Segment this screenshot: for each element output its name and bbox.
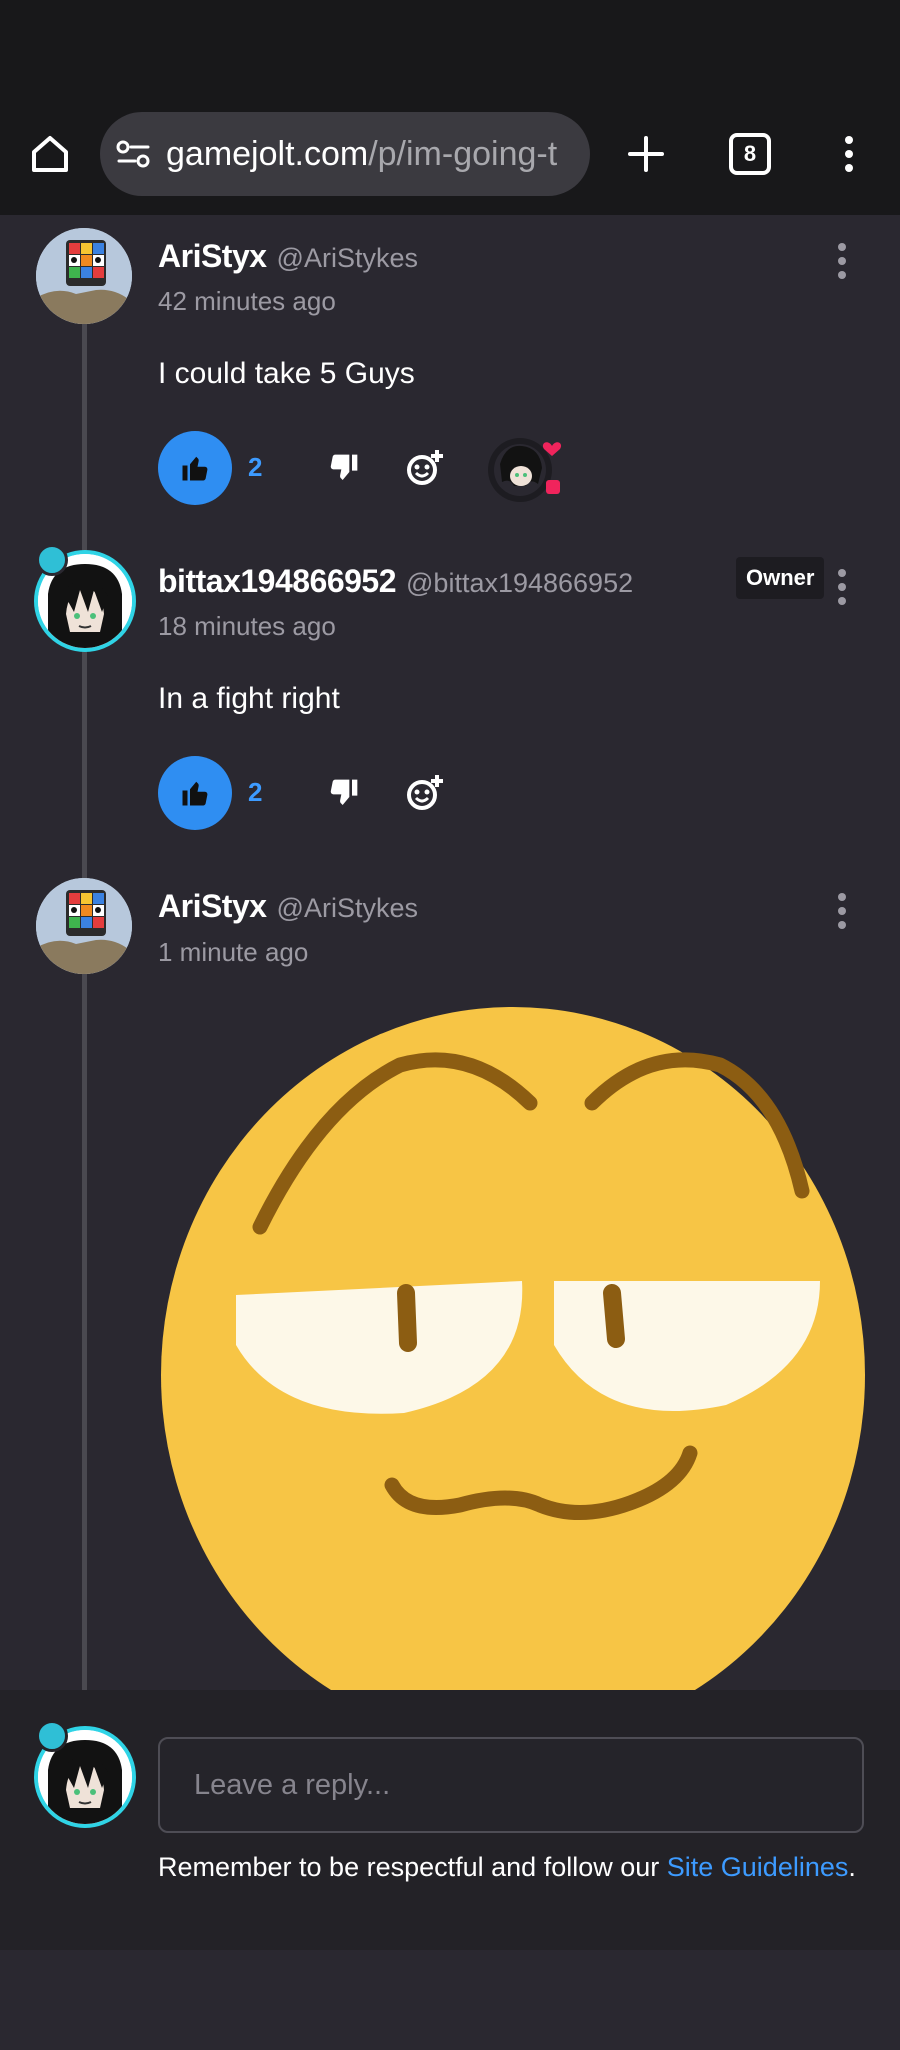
more-menu-icon[interactable] <box>834 130 864 178</box>
avatar-frame-icon <box>36 1720 68 1752</box>
site-guidelines-link[interactable]: Site Guidelines <box>667 1852 849 1882</box>
comment-menu-icon[interactable] <box>836 569 848 605</box>
comment-timestamp[interactable]: 42 minutes ago <box>158 286 336 317</box>
comment-timestamp[interactable]: 1 minute ago <box>158 937 308 968</box>
dislike-icon[interactable] <box>322 771 366 815</box>
comment-menu-icon[interactable] <box>836 893 848 929</box>
comment-text: In a fight right <box>158 682 340 715</box>
author-name[interactable]: bittax194866952 <box>158 563 397 600</box>
author-handle[interactable]: @AriStykes <box>277 243 418 274</box>
comment-author: AriStyx @AriStykes <box>158 238 418 275</box>
add-reaction-icon[interactable] <box>402 446 446 490</box>
comment-image[interactable] <box>160 1005 866 1690</box>
author-handle[interactable]: @AriStykes <box>277 893 418 924</box>
dislike-icon[interactable] <box>322 446 366 490</box>
tab-count: 8 <box>729 133 771 175</box>
comment-menu-icon[interactable] <box>836 243 848 279</box>
avatar-frame-icon <box>36 544 68 576</box>
comment-timestamp[interactable]: 18 minutes ago <box>158 611 336 642</box>
guidelines-text: Remember to be respectful and follow our… <box>158 1852 856 1883</box>
url-text[interactable]: gamejolt.com/p/im-going-t <box>166 135 576 174</box>
home-icon[interactable] <box>26 130 74 178</box>
url-host: gamejolt.com <box>166 134 369 173</box>
author-name[interactable]: AriStyx <box>158 888 267 925</box>
address-bar[interactable]: gamejolt.com/p/im-going-t <box>100 112 590 196</box>
add-reaction-icon[interactable] <box>402 771 446 815</box>
like-count: 2 <box>248 452 263 482</box>
avatar[interactable] <box>36 878 132 974</box>
comment-author: AriStyx @AriStykes <box>158 888 418 925</box>
comment-text: I could take 5 Guys <box>158 357 415 390</box>
comment-author: bittax194866952 @bittax194866952 <box>158 563 633 600</box>
site-settings-icon[interactable] <box>114 134 154 174</box>
like-button[interactable] <box>158 431 232 505</box>
browser-toolbar: gamejolt.com/p/im-going-t 8 <box>0 0 900 215</box>
owner-liked-indicator[interactable] <box>486 434 572 506</box>
url-path: /p/im-going-t <box>368 134 558 173</box>
thumbs-up-icon <box>182 456 208 481</box>
guidelines-prefix: Remember to be respectful and follow our <box>158 1852 667 1882</box>
thumbs-up-icon <box>182 781 208 806</box>
new-tab-icon[interactable] <box>624 132 668 176</box>
thread-line <box>82 315 87 1690</box>
like-button[interactable] <box>158 756 232 830</box>
owner-badge: Owner <box>736 557 825 599</box>
guidelines-suffix: . <box>848 1852 856 1882</box>
tabs-icon[interactable]: 8 <box>726 130 774 178</box>
author-handle[interactable]: @bittax194866952 <box>406 568 633 599</box>
avatar[interactable] <box>36 228 132 324</box>
reply-input[interactable] <box>158 1737 864 1833</box>
author-name[interactable]: AriStyx <box>158 238 267 275</box>
page-bottom <box>0 1950 900 2050</box>
like-count: 2 <box>248 777 263 807</box>
